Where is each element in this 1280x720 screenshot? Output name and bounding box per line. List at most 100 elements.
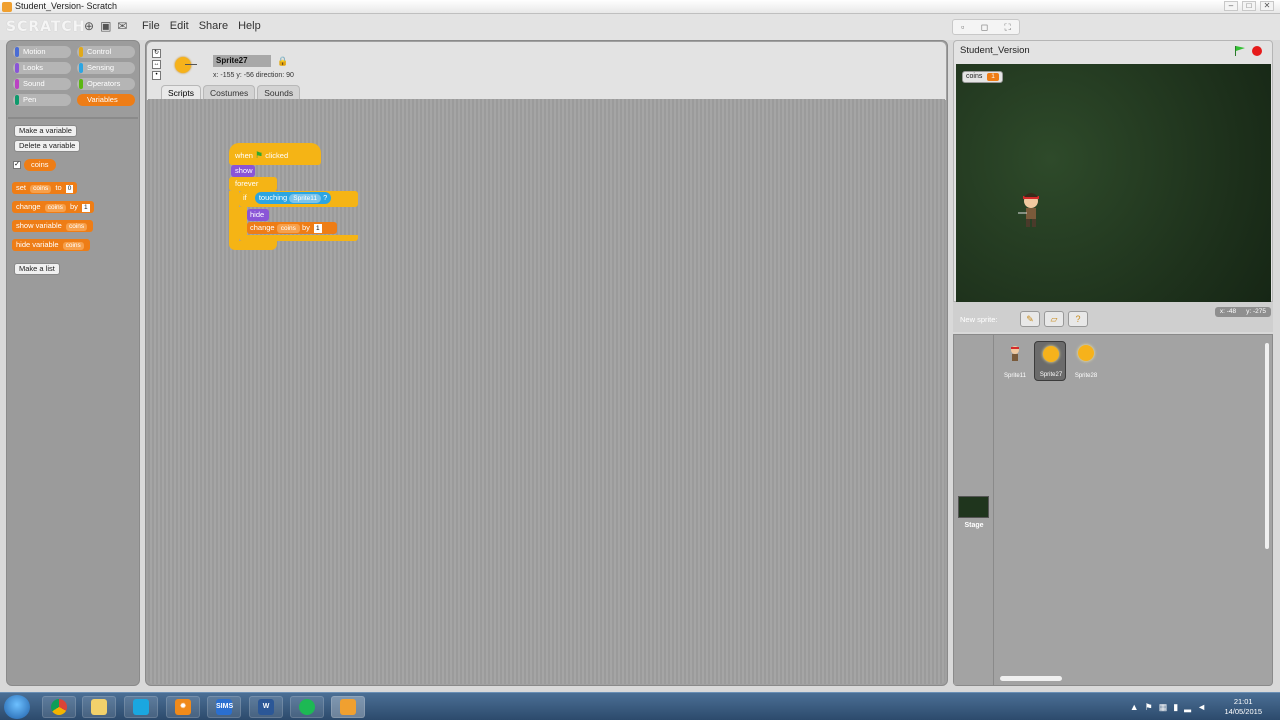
hide-block[interactable]: hide [247, 209, 269, 221]
globe-icon[interactable]: ⊕ [84, 20, 94, 32]
taskbar-sims[interactable]: SIMS [207, 696, 241, 718]
rotation-style-buttons: ↻ ↔ • [152, 49, 161, 80]
variable-show-checkbox[interactable]: ✓ [13, 161, 21, 169]
sprite-tile-sprite27[interactable]: Sprite27 [1034, 341, 1066, 381]
category-operators[interactable]: Operators [77, 78, 135, 90]
show-hidden-icon[interactable]: ▲ [1130, 702, 1139, 713]
taskbar-spotify[interactable] [290, 696, 324, 718]
hide-variable-block[interactable]: hide variable coins [12, 239, 90, 251]
change-var-dropdown[interactable]: coins [276, 224, 300, 233]
start-button[interactable] [4, 695, 30, 719]
flip-icon[interactable]: ↔ [152, 60, 161, 69]
word-icon: W [258, 699, 274, 715]
small-stage-icon[interactable]: ▫ [961, 22, 964, 32]
category-control[interactable]: Control [77, 46, 135, 58]
save-icon[interactable]: ▣ [100, 20, 111, 32]
hero-thumbnail [1011, 346, 1019, 361]
watcher-label: coins [966, 73, 983, 80]
surprise-sprite-icon[interactable]: ? [1068, 311, 1088, 327]
taskbar-explorer[interactable] [82, 696, 116, 718]
menu-edit[interactable]: Edit [170, 20, 189, 32]
clock[interactable]: 21:01 14/05/2015 [1224, 697, 1262, 717]
stop-icon[interactable] [1252, 46, 1262, 56]
folder-sprite-icon[interactable]: ▱ [1044, 311, 1064, 327]
show-variable-label: show variable [16, 221, 62, 230]
category-variables[interactable]: Variables [77, 94, 135, 106]
battery-icon[interactable]: ▮ [1173, 702, 1178, 713]
hero-sprite[interactable] [1018, 191, 1044, 229]
sprite-name-field[interactable]: Sprite27 [213, 55, 271, 67]
sims-icon: SIMS [216, 699, 233, 715]
change-coins-block[interactable]: change coins by 1 [247, 222, 337, 234]
close-button[interactable]: ✕ [1260, 1, 1274, 11]
set-variable-block[interactable]: set coins to 0 [12, 182, 78, 194]
taskbar-chrome[interactable] [42, 696, 76, 718]
stage-column: Stage [954, 335, 994, 685]
touching-target-dropdown[interactable]: Sprite11 [289, 194, 322, 203]
category-sensing[interactable]: Sensing [77, 62, 135, 74]
make-variable-button[interactable]: Make a variable [14, 125, 77, 137]
delete-variable-button[interactable]: Delete a variable [14, 140, 81, 152]
maximize-button[interactable]: □ [1242, 1, 1256, 11]
taskbar-scratch[interactable] [331, 696, 365, 718]
change-value-input[interactable]: 1 [314, 224, 322, 233]
show-variable-block[interactable]: show variable coins [12, 220, 94, 232]
taskbar-settings[interactable]: ✹ [166, 696, 200, 718]
menu-share[interactable]: Share [199, 20, 228, 32]
forever-arm [229, 191, 239, 241]
sprite-tile-sprite11[interactable]: Sprite11 [999, 341, 1031, 381]
when-flag-clicked-block[interactable]: when ⚑ clicked [229, 143, 321, 165]
block-palette: Motion Control Looks Sensing Sound Opera… [6, 40, 140, 686]
volume-icon[interactable]: ◄ [1197, 702, 1206, 713]
menu-file[interactable]: File [142, 20, 160, 32]
signal-icon[interactable]: ▂ [1184, 702, 1191, 713]
horizontal-scrollbar[interactable] [1000, 676, 1062, 681]
paint-sprite-icon[interactable]: ✎ [1020, 311, 1040, 327]
variables-swatch [79, 95, 83, 105]
show-var-dropdown[interactable]: coins [65, 223, 88, 231]
show-block[interactable]: show [231, 165, 255, 177]
minimize-button[interactable]: – [1224, 1, 1238, 11]
normal-stage-icon[interactable]: ◻ [981, 22, 988, 33]
if-block[interactable]: if touching Sprite11 ? [239, 191, 358, 207]
window-title: Student_Version- Scratch [15, 1, 118, 11]
tab-sounds[interactable]: Sounds [257, 85, 301, 99]
tab-scripts[interactable]: Scripts [161, 85, 201, 99]
change-var-dropdown[interactable]: coins [44, 204, 66, 212]
category-motion[interactable]: Motion [13, 46, 71, 58]
rotate-icon[interactable]: ↻ [152, 49, 161, 58]
mouse-x: x: -48 [1219, 308, 1237, 315]
taskbar-word[interactable]: W [249, 696, 283, 718]
share-icon[interactable]: ✉ [117, 20, 127, 32]
taskbar-skype[interactable] [124, 696, 158, 718]
tab-costumes[interactable]: Costumes [202, 85, 256, 99]
network-icon[interactable]: ▦ [1159, 702, 1168, 713]
change-variable-block[interactable]: change coins by 1 [12, 201, 94, 213]
stage-canvas[interactable]: coins 1 [956, 64, 1271, 302]
green-flag-icon[interactable] [1234, 46, 1246, 56]
variable-reporter[interactable]: coins [24, 159, 56, 171]
vertical-scrollbar[interactable] [1265, 343, 1269, 549]
forever-block[interactable]: forever [229, 177, 277, 191]
change-label: change [16, 202, 41, 211]
sprite-tile-sprite28[interactable]: Sprite28 [1070, 341, 1102, 381]
hide-var-dropdown[interactable]: coins [62, 242, 84, 250]
no-rotate-icon[interactable]: • [152, 71, 161, 80]
scripts-canvas[interactable]: when ⚑ clicked show forever if touching … [148, 99, 945, 684]
category-pen[interactable]: Pen [13, 94, 71, 106]
touching-condition[interactable]: touching Sprite11 ? [254, 192, 332, 204]
flag-icon[interactable]: ⚑ [1145, 702, 1153, 713]
new-sprite-bar: New sprite: ✎ ▱ ? x: -48 y: -275 [953, 302, 1273, 332]
presentation-mode-icon[interactable]: ⛶ [1005, 22, 1011, 33]
change-value-input[interactable]: 1 [82, 204, 90, 212]
make-list-button[interactable]: Make a list [14, 263, 60, 275]
lock-icon[interactable]: 🔒 [277, 56, 288, 67]
set-var-dropdown[interactable]: coins [30, 185, 52, 193]
menu-help[interactable]: Help [238, 20, 261, 32]
category-sound[interactable]: Sound [13, 78, 71, 90]
sprite-library: Stage Sprite11 Sprite27 Sprite28 [953, 334, 1273, 686]
coin-thumbnail [1078, 345, 1094, 361]
stage-thumbnail[interactable] [958, 496, 989, 518]
category-looks[interactable]: Looks [13, 62, 71, 74]
set-value-input[interactable]: 0 [65, 185, 74, 193]
